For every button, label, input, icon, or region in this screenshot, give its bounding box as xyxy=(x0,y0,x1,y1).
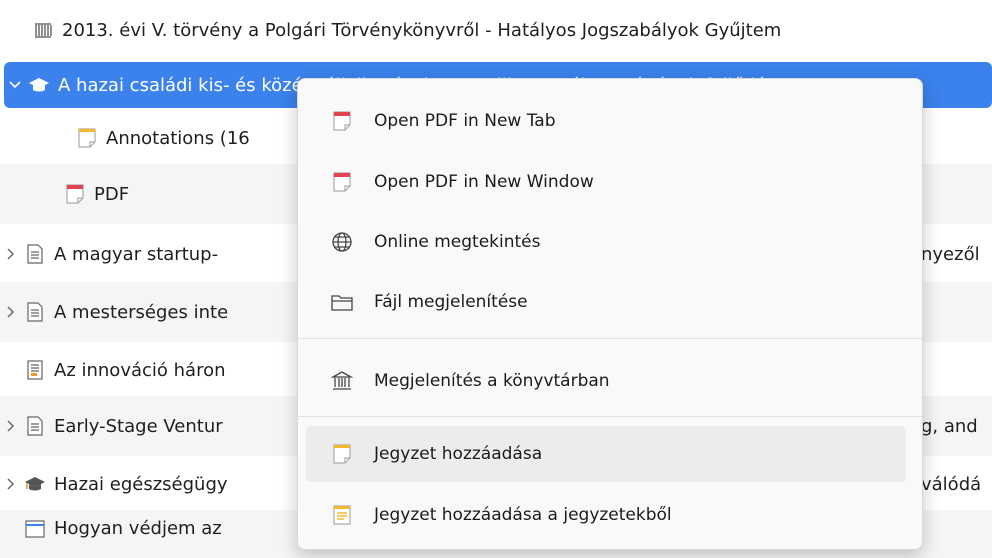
menu-item-show-file[interactable]: Fájl megjelenítése xyxy=(306,274,906,330)
chevron-right-icon[interactable] xyxy=(0,305,22,319)
globe-icon xyxy=(328,228,356,256)
menu-separator xyxy=(298,416,922,417)
tree-row-label-tail: válódá xyxy=(921,473,982,495)
tree-row-label: Annotations (16 xyxy=(106,127,250,149)
tree-row-label: Hogyan védjem az xyxy=(54,518,222,539)
menu-item-label: Open PDF in New Window xyxy=(374,172,594,192)
menu-item-label: Fájl megjelenítése xyxy=(374,292,528,312)
note-icon xyxy=(74,127,100,149)
tree-row-label: Az innováció háron xyxy=(54,359,226,381)
menu-item-label: Megjelenítés a könyvtárban xyxy=(374,371,610,391)
document-icon xyxy=(22,301,48,323)
menu-item-label: Jegyzet hozzáadása xyxy=(374,444,543,464)
tree-row-label: PDF xyxy=(94,183,130,205)
menu-item-open-pdf-new-window[interactable]: Open PDF in New Window xyxy=(306,154,906,210)
chevron-right-icon[interactable] xyxy=(0,419,22,433)
note-lines-icon xyxy=(328,501,356,529)
document-icon xyxy=(22,243,48,265)
menu-item-label: Jegyzet hozzáadása a jegyzetekből xyxy=(374,505,672,525)
chevron-right-icon[interactable] xyxy=(0,477,22,491)
menu-item-add-note[interactable]: Jegyzet hozzáadása xyxy=(306,426,906,482)
document-icon xyxy=(22,415,48,437)
tree-row-label-tail: g, and xyxy=(921,415,978,437)
chevron-down-icon[interactable] xyxy=(4,78,26,92)
library-icon xyxy=(328,367,356,395)
library-icon xyxy=(30,19,56,41)
menu-item-add-note-from-annotations[interactable]: Jegyzet hozzáadása a jegyzetekből xyxy=(306,487,906,543)
folder-icon xyxy=(328,288,356,316)
graduation-cap-icon xyxy=(22,473,48,495)
note-icon xyxy=(328,440,356,468)
menu-item-label: Online megtekintés xyxy=(374,232,541,252)
tree-row-label: Hazai egészségügy xyxy=(54,473,228,495)
menu-item-open-pdf-new-tab[interactable]: Open PDF in New Tab xyxy=(306,93,906,149)
tree-row-label: A mesterséges inte xyxy=(54,301,229,323)
graduation-cap-icon xyxy=(26,74,52,96)
pdf-icon xyxy=(328,107,356,135)
menu-separator xyxy=(298,338,922,339)
tree-row-civil-code[interactable]: 2013. évi V. törvény a Polgári Törvénykö… xyxy=(0,0,992,60)
tree-row-label: A magyar startup- xyxy=(54,243,219,265)
chevron-right-icon[interactable] xyxy=(0,247,22,261)
menu-item-label: Open PDF in New Tab xyxy=(374,111,556,131)
tree-row-label: Early-Stage Ventur xyxy=(54,415,223,437)
report-icon xyxy=(22,359,48,381)
tree-row-label-tail: nyezől xyxy=(921,243,980,265)
tree-row-label: 2013. évi V. törvény a Polgári Törvénykö… xyxy=(62,19,782,41)
menu-item-show-in-library[interactable]: Megjelenítés a könyvtárban xyxy=(306,353,906,409)
webpage-icon xyxy=(22,518,48,540)
pdf-icon xyxy=(62,183,88,205)
pdf-icon xyxy=(328,168,356,196)
context-menu: Open PDF in New Tab Open PDF in New Wind… xyxy=(297,78,923,550)
menu-item-online-view[interactable]: Online megtekintés xyxy=(306,214,906,270)
